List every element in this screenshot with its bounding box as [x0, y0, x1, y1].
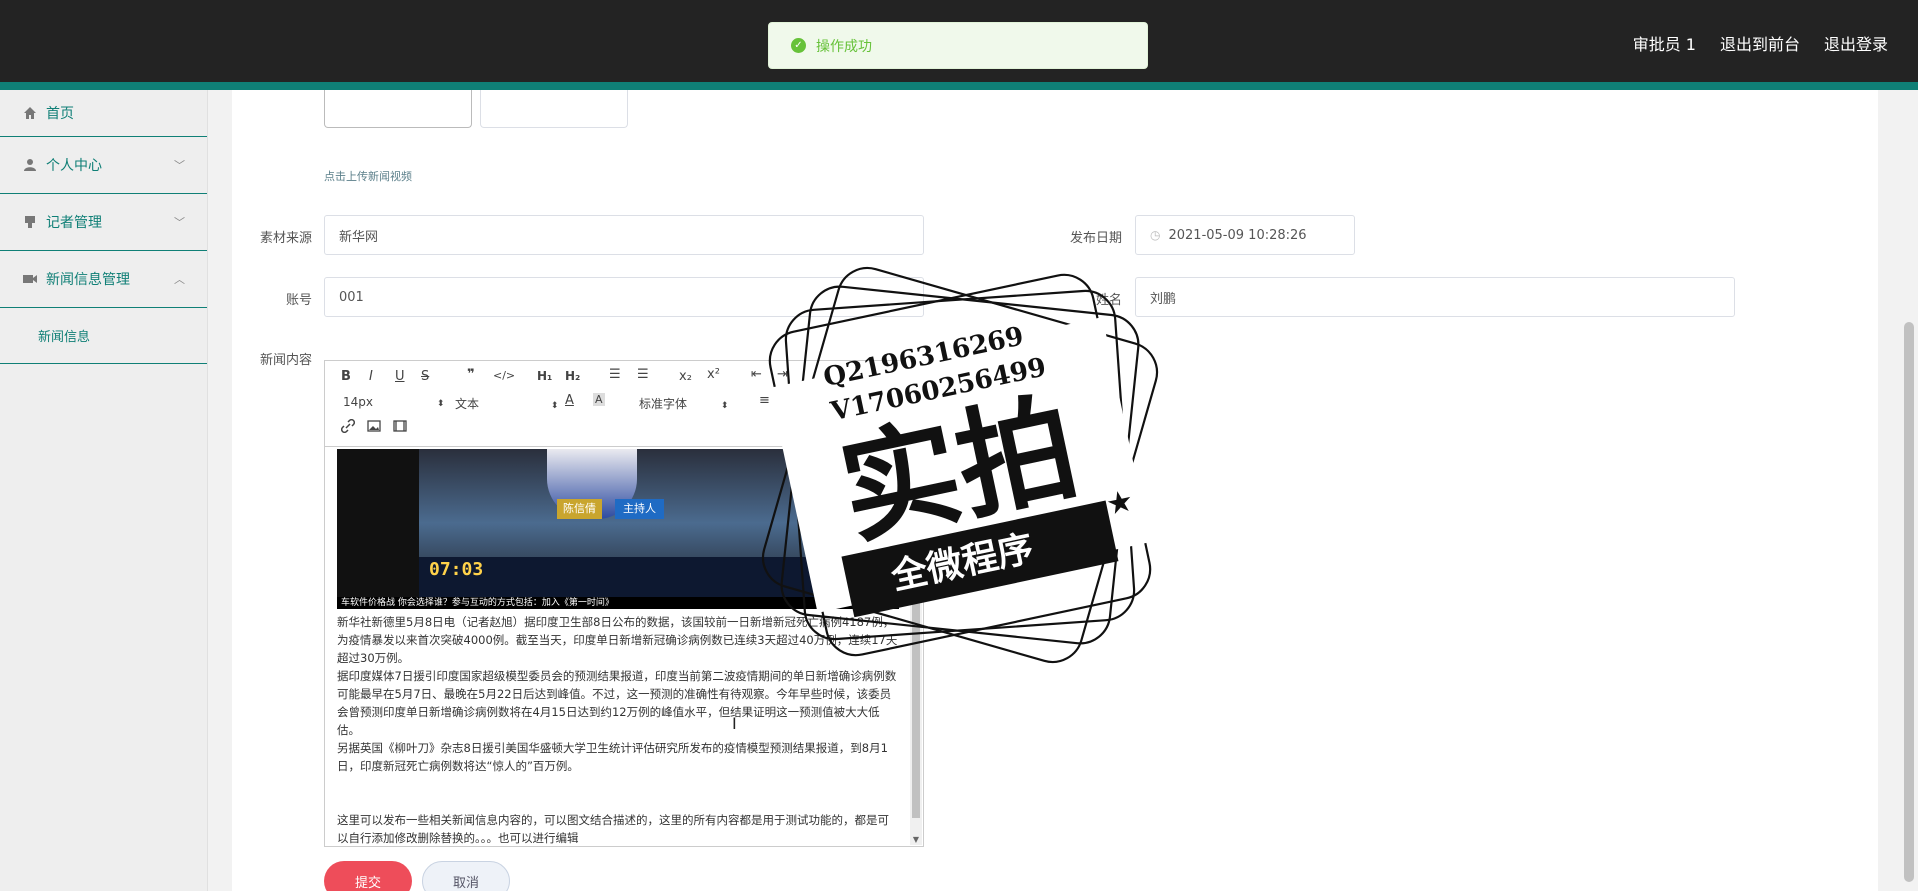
news-video-frame[interactable]: 陈信倩 主持人 07:03 车软件价格战 你会选择谁？参与互动的方式包括：加入《…	[337, 449, 899, 609]
chevron-up-icon: ︿	[174, 273, 185, 286]
publish-date-picker[interactable]: ◷ 2021-05-09 10:28:26	[1135, 215, 1355, 255]
scroll-up-icon[interactable]: ▲	[910, 450, 922, 459]
ordered-list-icon[interactable]: ☰	[609, 367, 621, 382]
image-upload-box[interactable]	[324, 90, 472, 128]
sidebar-item-label: 个人中心	[46, 158, 102, 174]
name-label: 姓名	[1095, 293, 1122, 308]
sidebar-item-news-management[interactable]: 新闻信息管理 ︿	[0, 251, 207, 308]
block-type-select[interactable]: 文本 ⬍	[455, 395, 558, 412]
sidebar: 首页 个人中心 ﹀ 记者管理 ﹀ 新闻信息管理 ︿ 新闻信息	[0, 90, 208, 891]
scroll-down-icon[interactable]: ▼	[910, 835, 922, 844]
editor-scrollbar[interactable]: ▲ ▼	[910, 449, 922, 845]
text-cursor-icon: I	[732, 714, 737, 733]
star-icon: ★	[1103, 483, 1137, 523]
source-value: 新华网	[339, 229, 379, 245]
image-icon[interactable]	[367, 419, 381, 437]
news-paragraph: 这里可以发布一些相关新闻信息内容的，可以图文结合描述的，这里的所有内容都是用于测…	[337, 813, 889, 845]
bullet-list-icon[interactable]: ☰	[637, 367, 649, 382]
toast-message: 操作成功	[816, 38, 872, 55]
sidebar-item-personal-center[interactable]: 个人中心 ﹀	[0, 137, 207, 194]
font-family-value: 标准字体	[639, 397, 688, 411]
sidebar-subitem-news-info[interactable]: 新闻信息	[0, 308, 207, 364]
sidebar-item-label: 记者管理	[46, 215, 102, 231]
reporter-icon	[22, 214, 38, 230]
header-accent-strip	[0, 82, 1918, 90]
video-upload-box[interactable]	[480, 90, 628, 128]
upload-video-hint[interactable]: 点击上传新闻视频	[324, 168, 412, 184]
news-paragraph: 另据英国《柳叶刀》杂志8日援引美国华盛顿大学卫生统计评估研究所发布的疫情模型预测…	[337, 741, 888, 773]
underline-button[interactable]: U	[395, 369, 405, 384]
submit-button[interactable]: 提交	[324, 861, 412, 891]
current-user-label: 审批员 1	[1632, 35, 1696, 54]
subscript-button[interactable]: x₂	[679, 369, 692, 384]
anchor-name-tag: 陈信倩	[557, 499, 602, 519]
name-input[interactable]: 刘鹏	[1135, 277, 1735, 317]
editor-toolbar: B I U S ❞ </> H₁ H₂ ☰ ☰ x₂ x² ⇤ ⇥ 14px ⬍…	[325, 361, 923, 447]
source-label: 素材来源	[259, 231, 312, 246]
publish-date-value: 2021-05-09 10:28:26	[1168, 227, 1307, 243]
font-size-select[interactable]: 14px ⬍	[343, 395, 444, 409]
content-gutter-left	[208, 90, 232, 891]
sidebar-item-home[interactable]: 首页	[0, 90, 207, 137]
clear-format-icon[interactable]: Tx	[803, 393, 819, 408]
align-icon[interactable]: ≡	[759, 393, 770, 408]
user-icon	[22, 157, 38, 173]
account-input[interactable]: 001	[324, 277, 924, 317]
anchor-role-tag: 主持人	[615, 499, 664, 519]
sidebar-item-reporter-management[interactable]: 记者管理 ﹀	[0, 194, 207, 251]
code-block-button[interactable]: </>	[493, 369, 515, 382]
news-icon	[22, 271, 38, 287]
content-label: 新闻内容	[259, 353, 312, 368]
account-value: 001	[339, 289, 364, 305]
video-icon[interactable]	[393, 419, 407, 437]
chevron-down-icon: ﹀	[174, 216, 185, 229]
editor-scroll-thumb[interactable]	[912, 463, 920, 818]
check-circle-icon: ✓	[791, 38, 806, 53]
clock-icon: ◷	[1150, 228, 1161, 242]
bold-button[interactable]: B	[341, 369, 351, 384]
publish-date-label: 发布日期	[1069, 231, 1122, 246]
select-arrows-icon: ⬍	[720, 401, 729, 411]
logout-link[interactable]: 退出登录	[1824, 31, 1888, 55]
heading-1-button[interactable]: H₁	[537, 369, 552, 383]
editor-content[interactable]: 陈信倩 主持人 07:03 车软件价格战 你会选择谁？参与互动的方式包括：加入《…	[325, 447, 910, 846]
page-scrollbar[interactable]	[1904, 322, 1914, 882]
source-input[interactable]: 新华网	[324, 215, 924, 255]
success-toast: ✓ 操作成功	[768, 22, 1148, 69]
font-color-button[interactable]: A	[565, 393, 574, 408]
account-label: 账号	[285, 293, 312, 308]
home-icon	[22, 105, 38, 121]
news-paragraph: 新华社新德里5月8日电（记者赵旭）据印度卫生部8日公布的数据，该国较前一日新增新…	[337, 615, 898, 665]
cancel-button[interactable]: 取消	[422, 861, 510, 891]
font-family-select[interactable]: 标准字体 ⬍	[639, 395, 728, 412]
chevron-down-icon: ﹀	[174, 159, 185, 172]
video-time: 07:03	[429, 559, 484, 580]
video-crawl-text: 车软件价格战 你会选择谁？参与互动的方式包括：加入《第一时间》	[337, 597, 899, 609]
sidebar-item-label: 新闻信息管理	[46, 272, 130, 288]
strike-button[interactable]: S	[421, 369, 429, 384]
italic-button[interactable]: I	[369, 369, 373, 384]
heading-2-button[interactable]: H₂	[565, 369, 580, 383]
header-actions: 审批员 1 退出到前台 退出登录	[1633, 31, 1888, 55]
background-color-button[interactable]: A	[593, 393, 605, 406]
superscript-button[interactable]: x²	[707, 367, 720, 382]
select-arrows-icon: ⬍	[436, 399, 445, 409]
rich-text-editor: B I U S ❞ </> H₁ H₂ ☰ ☰ x₂ x² ⇤ ⇥ 14px ⬍…	[324, 360, 924, 847]
back-to-front-link[interactable]: 退出到前台	[1720, 31, 1800, 55]
sidebar-item-label: 首页	[46, 106, 74, 122]
block-type-value: 文本	[455, 397, 480, 411]
indent-right-icon[interactable]: ⇥	[777, 367, 788, 382]
news-paragraph: 据印度媒体7日援引印度国家超级模型委员会的预测结果报道，印度当前第二波疫情期间的…	[337, 669, 897, 737]
name-value: 刘鹏	[1150, 291, 1177, 307]
select-arrows-icon: ⬍	[550, 401, 559, 411]
link-icon[interactable]	[340, 418, 356, 437]
blockquote-button[interactable]: ❞	[467, 367, 475, 382]
indent-left-icon[interactable]: ⇤	[751, 367, 762, 382]
font-size-value: 14px	[343, 395, 373, 409]
